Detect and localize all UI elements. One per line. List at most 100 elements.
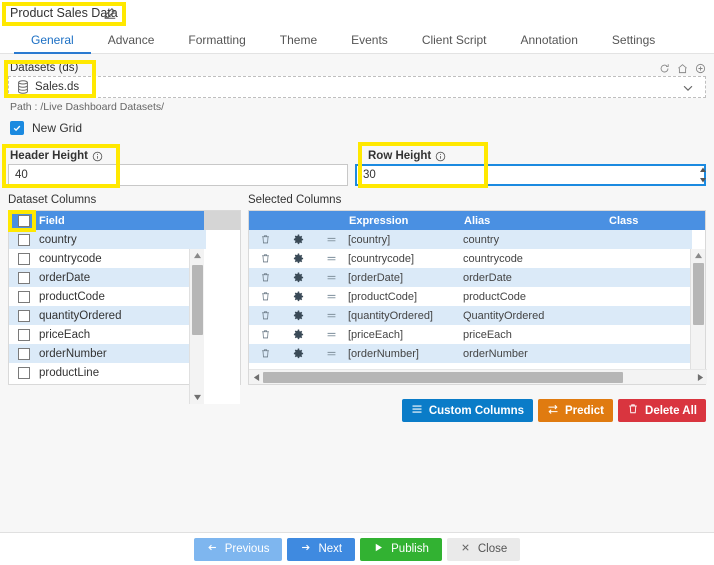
dataset-selector[interactable]: Sales.ds	[8, 76, 706, 98]
dataset-column-row[interactable]: productCode	[9, 287, 206, 306]
drag-handle-icon[interactable]	[315, 253, 348, 264]
selected-columns-scrollbar[interactable]	[690, 249, 705, 371]
row-height-input[interactable]	[355, 164, 706, 186]
settings-gear-icon[interactable]	[282, 272, 315, 283]
exchange-arrows-icon	[547, 403, 559, 418]
refresh-icon[interactable]	[659, 63, 670, 74]
selected-columns-hscrollbar[interactable]	[249, 369, 707, 384]
selected-column-row[interactable]: [quantityOrdered] QuantityOrdered	[249, 306, 692, 325]
expression-cell: [priceEach]	[348, 328, 404, 341]
tab-theme[interactable]: Theme	[263, 28, 334, 54]
drag-handle-icon[interactable]	[315, 329, 348, 340]
row-checkbox[interactable]	[9, 252, 39, 265]
info-icon[interactable]	[435, 151, 446, 162]
previous-button[interactable]: Previous	[193, 537, 283, 561]
drag-handle-icon[interactable]	[315, 310, 348, 321]
expression-cell: [orderNumber]	[348, 347, 419, 360]
hscrollbar-thumb[interactable]	[263, 371, 623, 383]
selected-column-row[interactable]: [productCode] productCode	[249, 287, 692, 306]
alias-cell: country	[463, 233, 500, 246]
drag-handle-icon[interactable]	[315, 234, 348, 245]
delete-icon[interactable]	[249, 348, 282, 359]
dataset-column-row[interactable]: countrycode	[9, 249, 206, 268]
dataset-columns-scrollbar[interactable]	[189, 249, 204, 404]
tab-client-script[interactable]: Client Script	[405, 28, 504, 54]
checkbox-icon	[18, 214, 30, 227]
custom-columns-button[interactable]: Custom Columns	[401, 399, 534, 422]
scroll-right-icon[interactable]	[693, 373, 707, 382]
dataset-column-row[interactable]: orderDate	[9, 268, 206, 287]
selected-column-row[interactable]: [country] country	[249, 230, 692, 249]
selected-column-row[interactable]: [orderDate] orderDate	[249, 268, 692, 287]
dataset-column-row[interactable]: country	[9, 230, 206, 249]
scrollbar-thumb[interactable]	[693, 263, 704, 325]
home-icon[interactable]	[677, 63, 688, 74]
close-button[interactable]: Close	[446, 537, 521, 561]
action-button-group: Custom Columns Predict Delete All	[401, 399, 706, 422]
add-icon[interactable]	[695, 63, 706, 74]
dataset-path: Path : /Live Dashboard Datasets/	[10, 101, 165, 113]
info-icon[interactable]	[92, 151, 103, 162]
header-filler	[204, 211, 240, 230]
settings-gear-icon[interactable]	[282, 310, 315, 321]
dataset-column-row[interactable]: quantityOrdered	[9, 306, 206, 325]
chevron-down-icon[interactable]	[681, 81, 695, 95]
tab-advance[interactable]: Advance	[91, 28, 172, 54]
settings-gear-icon[interactable]	[282, 234, 315, 245]
checkbox-icon	[18, 309, 30, 322]
publish-button[interactable]: Publish	[360, 537, 442, 561]
header-height-input[interactable]	[8, 164, 348, 186]
row-checkbox[interactable]	[9, 290, 39, 303]
predict-button[interactable]: Predict	[538, 399, 614, 422]
delete-icon[interactable]	[249, 253, 282, 264]
dataset-column-row[interactable]: productLine	[9, 363, 206, 382]
selected-column-row[interactable]: [priceEach] priceEach	[249, 325, 692, 344]
scrollbar-thumb[interactable]	[192, 265, 203, 335]
delete-icon[interactable]	[249, 272, 282, 283]
scroll-left-icon[interactable]	[249, 373, 263, 382]
tab-formatting[interactable]: Formatting	[171, 28, 262, 54]
edit-pencil-icon[interactable]	[103, 6, 117, 20]
row-checkbox[interactable]	[9, 271, 39, 284]
drag-handle-icon[interactable]	[315, 348, 348, 359]
button-label: Custom Columns	[428, 404, 525, 417]
scroll-up-icon[interactable]	[190, 249, 204, 262]
row-checkbox[interactable]	[9, 309, 39, 322]
next-button[interactable]: Next	[287, 537, 356, 561]
dataset-column-row[interactable]: orderNumber	[9, 344, 206, 363]
settings-gear-icon[interactable]	[282, 348, 315, 359]
select-all-checkbox[interactable]	[9, 214, 39, 227]
scroll-down-icon[interactable]	[190, 391, 205, 404]
drag-handle-icon[interactable]	[315, 272, 348, 283]
tab-settings[interactable]: Settings	[595, 28, 672, 54]
dataset-column-name: countrycode	[39, 252, 102, 265]
delete-icon[interactable]	[249, 310, 282, 321]
selected-column-row[interactable]: [countrycode] countrycode	[249, 249, 692, 268]
delete-icon[interactable]	[249, 234, 282, 245]
dataset-column-row[interactable]: priceEach	[9, 325, 206, 344]
delete-all-button[interactable]: Delete All	[618, 399, 706, 422]
row-checkbox[interactable]	[9, 347, 39, 360]
delete-icon[interactable]	[249, 291, 282, 302]
new-grid-checkbox[interactable]: New Grid	[10, 121, 82, 135]
dataset-column-name: priceEach	[39, 328, 91, 341]
spinner-updown-icon[interactable]	[698, 166, 708, 184]
database-icon	[17, 80, 29, 94]
selected-column-row[interactable]: [orderNumber] orderNumber	[249, 344, 692, 363]
settings-gear-icon[interactable]	[282, 329, 315, 340]
header-height-label: Header Height	[10, 150, 103, 162]
row-checkbox[interactable]	[9, 328, 39, 341]
settings-gear-icon[interactable]	[282, 253, 315, 264]
dataset-selected-item[interactable]: Sales.ds	[17, 80, 79, 94]
alias-column-header: Alias	[464, 214, 491, 227]
settings-gear-icon[interactable]	[282, 291, 315, 302]
row-checkbox[interactable]	[9, 366, 39, 379]
tab-annotation[interactable]: Annotation	[504, 28, 595, 54]
tab-events[interactable]: Events	[334, 28, 405, 54]
scroll-up-icon[interactable]	[691, 249, 705, 262]
checkmark-icon	[10, 121, 24, 135]
delete-icon[interactable]	[249, 329, 282, 340]
tab-general[interactable]: General	[14, 28, 91, 54]
drag-handle-icon[interactable]	[315, 291, 348, 302]
row-checkbox[interactable]	[9, 233, 39, 246]
